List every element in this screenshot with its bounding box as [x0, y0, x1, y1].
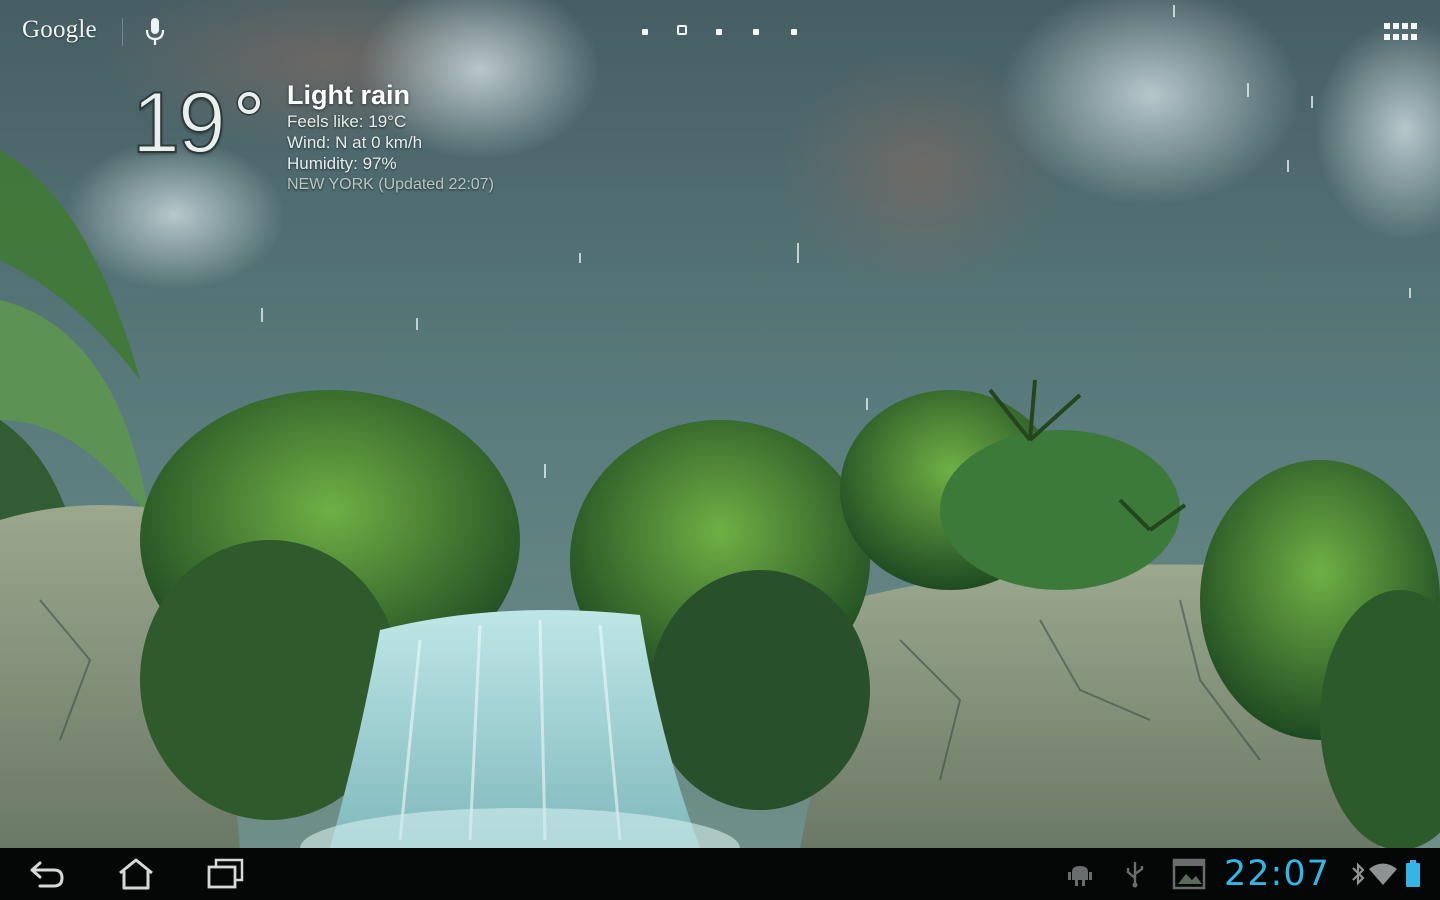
feels-like-text: Feels like: 19°C: [287, 112, 407, 131]
back-icon[interactable]: [22, 856, 70, 892]
home-page-indicator: [636, 22, 806, 42]
search-bar: Google: [0, 0, 1440, 62]
location-updated-text: NEW YORK (Updated 22:07): [287, 176, 494, 193]
app-drawer-grid-icon[interactable]: [1380, 18, 1420, 48]
recent-apps-icon[interactable]: [202, 856, 250, 892]
page-dot-2-current[interactable]: [677, 25, 687, 35]
weather-widget[interactable]: 19 Light rain Feels like: 19°C Wind: N a…: [131, 75, 552, 203]
bluetooth-icon: [1350, 861, 1366, 892]
search-bar-divider: [122, 18, 123, 46]
usb-icon[interactable]: [1124, 860, 1146, 893]
home-icon[interactable]: [112, 856, 160, 892]
wifi-icon: [1368, 862, 1398, 891]
google-search-label[interactable]: Google: [22, 16, 97, 44]
gallery-notification-icon[interactable]: [1172, 858, 1206, 895]
temperature-value: 19: [131, 75, 227, 171]
microphone-icon[interactable]: [142, 16, 168, 48]
page-dot-3[interactable]: [716, 29, 722, 35]
degree-symbol: [238, 92, 260, 114]
battery-icon: [1405, 860, 1421, 893]
page-dot-5[interactable]: [791, 29, 797, 35]
page-dot-4[interactable]: [753, 29, 759, 35]
humidity-text: Humidity: 97%: [287, 154, 397, 173]
weather-condition: Light rain: [287, 80, 410, 110]
system-navigation-bar: 22:07: [0, 848, 1440, 900]
status-clock[interactable]: 22:07: [1224, 854, 1330, 894]
android-debug-icon[interactable]: [1066, 860, 1094, 893]
page-dot-1[interactable]: [642, 29, 648, 35]
wind-text: Wind: N at 0 km/h: [287, 133, 423, 152]
